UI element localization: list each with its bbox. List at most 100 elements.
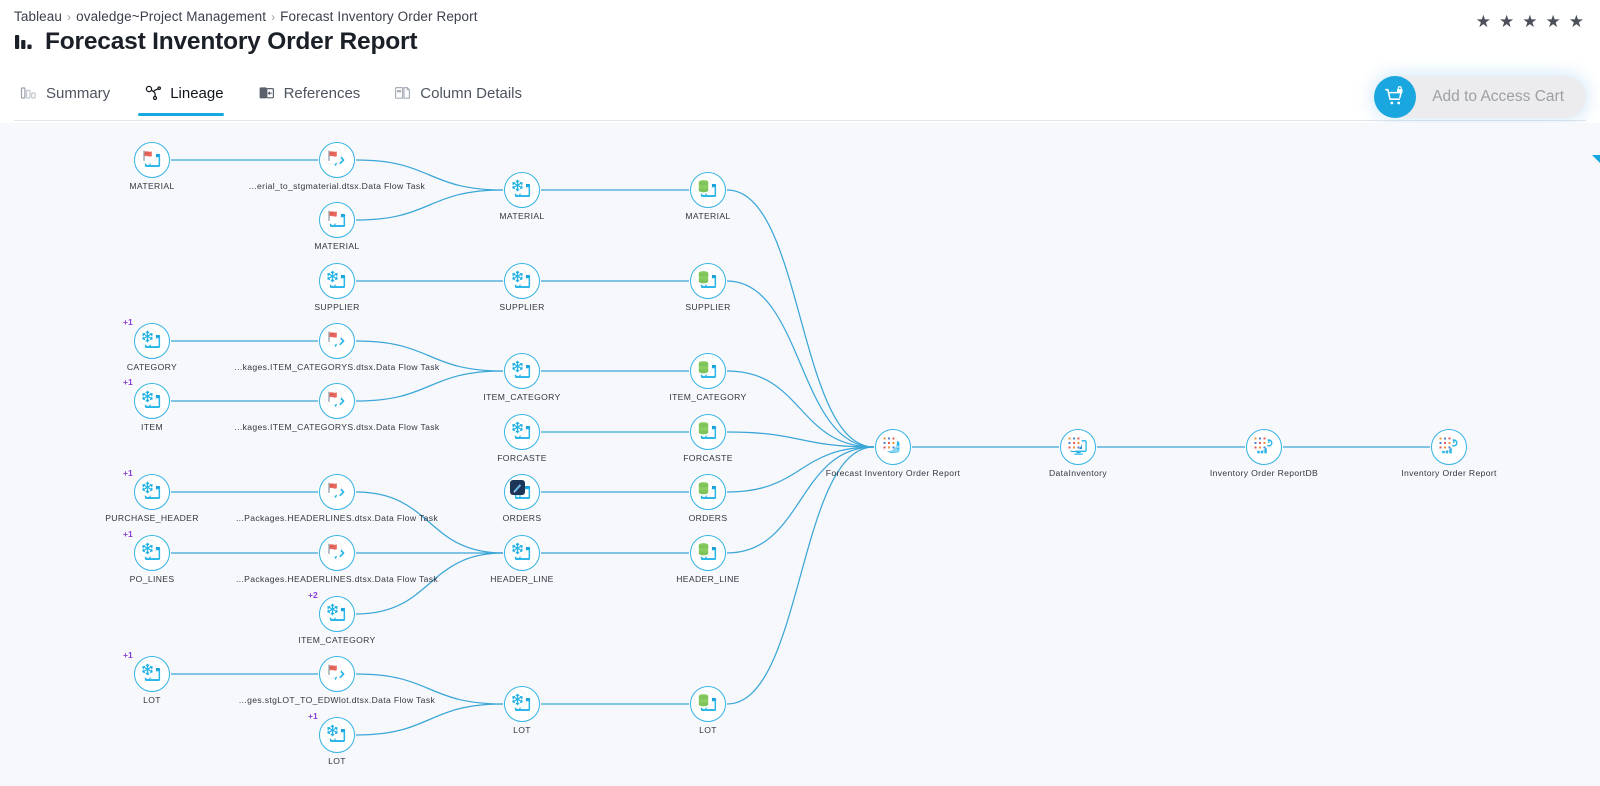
report-chart-icon[interactable] xyxy=(1246,429,1282,465)
star-icon[interactable]: ★ xyxy=(1546,13,1561,30)
lineage-graph-icon xyxy=(144,84,162,102)
lineage-canvas[interactable]: MATERIAL ...erial_to_stgmaterial.dtsx.Dat… xyxy=(0,123,1600,786)
lineage-node-label: ORDERS xyxy=(502,513,542,523)
table-icon[interactable] xyxy=(504,535,540,571)
table-icon[interactable] xyxy=(319,717,355,753)
lineage-node-label: HEADER_LINE xyxy=(490,574,554,584)
tab-label: Lineage xyxy=(170,84,224,102)
snowflake-badge-icon xyxy=(509,358,526,375)
table-icon[interactable] xyxy=(690,353,726,389)
database-icon[interactable] xyxy=(875,429,911,465)
tab-column-details[interactable]: Column Details xyxy=(382,79,544,116)
canvas-expand-handle[interactable] xyxy=(1588,153,1600,174)
add-to-access-cart-label: Add to Access Cart xyxy=(1432,88,1564,105)
lineage-node-label: LOT xyxy=(328,756,346,766)
snowflake-badge-icon xyxy=(324,722,341,739)
tab-lineage[interactable]: Lineage xyxy=(132,79,245,116)
table-icon[interactable] xyxy=(134,142,170,178)
table-icon[interactable] xyxy=(134,535,170,571)
column-details-icon xyxy=(394,84,412,102)
tab-active-underline xyxy=(138,113,224,116)
code-icon[interactable] xyxy=(319,656,355,692)
lineage-node-label: ...kages.ITEM_CATEGORYS.dtsx.Data Flow T… xyxy=(234,362,440,372)
table-icon[interactable] xyxy=(319,202,355,238)
breadcrumb-item-0[interactable]: Tableau xyxy=(14,9,62,24)
tab-references[interactable]: References xyxy=(246,79,383,116)
lineage-node-label: ...ges.stgLOT_TO_EDWlot.dtsx.Data Flow T… xyxy=(238,695,436,705)
node-extra-count-badge[interactable]: +1 xyxy=(123,468,133,478)
lineage-node-label: ITEM_CATEGORY xyxy=(669,392,747,402)
lineage-node-label: LOT xyxy=(513,725,531,735)
table-icon[interactable] xyxy=(690,686,726,722)
node-extra-count-badge[interactable]: +1 xyxy=(123,317,133,327)
snowflake-badge-icon xyxy=(509,268,526,285)
rating-stars[interactable]: ★ ★ ★ ★ ★ xyxy=(1476,13,1584,30)
table-icon[interactable] xyxy=(504,414,540,450)
lineage-node-label: ...kages.ITEM_CATEGORYS.dtsx.Data Flow T… xyxy=(234,422,440,432)
lineage-node-label: FORCASTE xyxy=(683,453,733,463)
node-extra-count-badge[interactable]: +1 xyxy=(123,377,133,387)
table-icon[interactable] xyxy=(319,263,355,299)
lineage-node-label: MATERIAL xyxy=(499,211,545,221)
page-title: Forecast Inventory Order Report xyxy=(45,28,418,55)
breadcrumb-item-1[interactable]: ovaledge~Project Management xyxy=(76,9,266,24)
lineage-node-label: ORDERS xyxy=(688,513,728,523)
node-extra-count-badge[interactable]: +2 xyxy=(308,590,318,600)
star-icon[interactable]: ★ xyxy=(1476,13,1491,30)
code-icon[interactable] xyxy=(319,474,355,510)
snowflake-badge-icon xyxy=(509,691,526,708)
tab-summary[interactable]: Summary xyxy=(14,79,132,116)
page-title-row: Forecast Inventory Order Report xyxy=(14,28,418,55)
table-icon[interactable] xyxy=(690,414,726,450)
green-db-badge-icon xyxy=(695,540,712,557)
lineage-node-label: SUPPLIER xyxy=(499,302,545,312)
tableau-dots-badge-icon xyxy=(1436,434,1453,451)
tableau-flag-badge-icon xyxy=(324,207,341,224)
table-icon[interactable] xyxy=(690,263,726,299)
snowflake-badge-icon xyxy=(139,661,156,678)
table-icon[interactable] xyxy=(504,172,540,208)
code-icon[interactable] xyxy=(319,383,355,419)
tableau-flag-badge-icon xyxy=(324,479,341,496)
green-db-badge-icon xyxy=(695,479,712,496)
snowflake-badge-icon xyxy=(324,601,341,618)
table-icon[interactable] xyxy=(134,656,170,692)
snowflake-badge-icon xyxy=(139,388,156,405)
table-icon[interactable] xyxy=(690,474,726,510)
code-icon[interactable] xyxy=(319,142,355,178)
table-icon[interactable] xyxy=(504,686,540,722)
tab-bar: Summary Lineage References Column Details xyxy=(14,79,544,116)
code-icon[interactable] xyxy=(319,535,355,571)
table-icon[interactable] xyxy=(504,474,540,510)
report-chart-icon[interactable] xyxy=(1431,429,1467,465)
green-db-badge-icon xyxy=(695,268,712,285)
snowflake-badge-icon xyxy=(509,177,526,194)
table-icon[interactable] xyxy=(134,383,170,419)
table-icon[interactable] xyxy=(504,353,540,389)
lineage-node-label: ITEM_CATEGORY xyxy=(483,392,561,402)
table-icon[interactable] xyxy=(319,596,355,632)
tab-label: Column Details xyxy=(420,84,523,102)
star-icon[interactable]: ★ xyxy=(1499,13,1514,30)
table-icon[interactable] xyxy=(690,535,726,571)
lineage-node-label: MATERIAL xyxy=(685,211,731,221)
node-extra-count-badge[interactable]: +1 xyxy=(308,711,318,721)
shopping-cart-lock-icon[interactable] xyxy=(1374,76,1417,118)
star-icon[interactable]: ★ xyxy=(1569,13,1584,30)
table-icon[interactable] xyxy=(134,323,170,359)
table-icon[interactable] xyxy=(504,263,540,299)
table-icon[interactable] xyxy=(690,172,726,208)
lineage-node-label: MATERIAL xyxy=(314,241,360,251)
code-icon[interactable] xyxy=(319,323,355,359)
tableau-flag-badge-icon xyxy=(324,661,341,678)
snowflake-badge-icon xyxy=(509,540,526,557)
add-to-access-cart-button[interactable]: Add to Access Cart xyxy=(1374,76,1586,118)
tabbar-divider xyxy=(14,120,1586,121)
snowflake-badge-icon xyxy=(509,419,526,436)
node-extra-count-badge[interactable]: +1 xyxy=(123,529,133,539)
dashboard-icon[interactable] xyxy=(1060,429,1096,465)
table-icon[interactable] xyxy=(134,474,170,510)
node-extra-count-badge[interactable]: +1 xyxy=(123,650,133,660)
tableau-dots-badge-icon xyxy=(1065,434,1082,451)
star-icon[interactable]: ★ xyxy=(1522,13,1537,30)
